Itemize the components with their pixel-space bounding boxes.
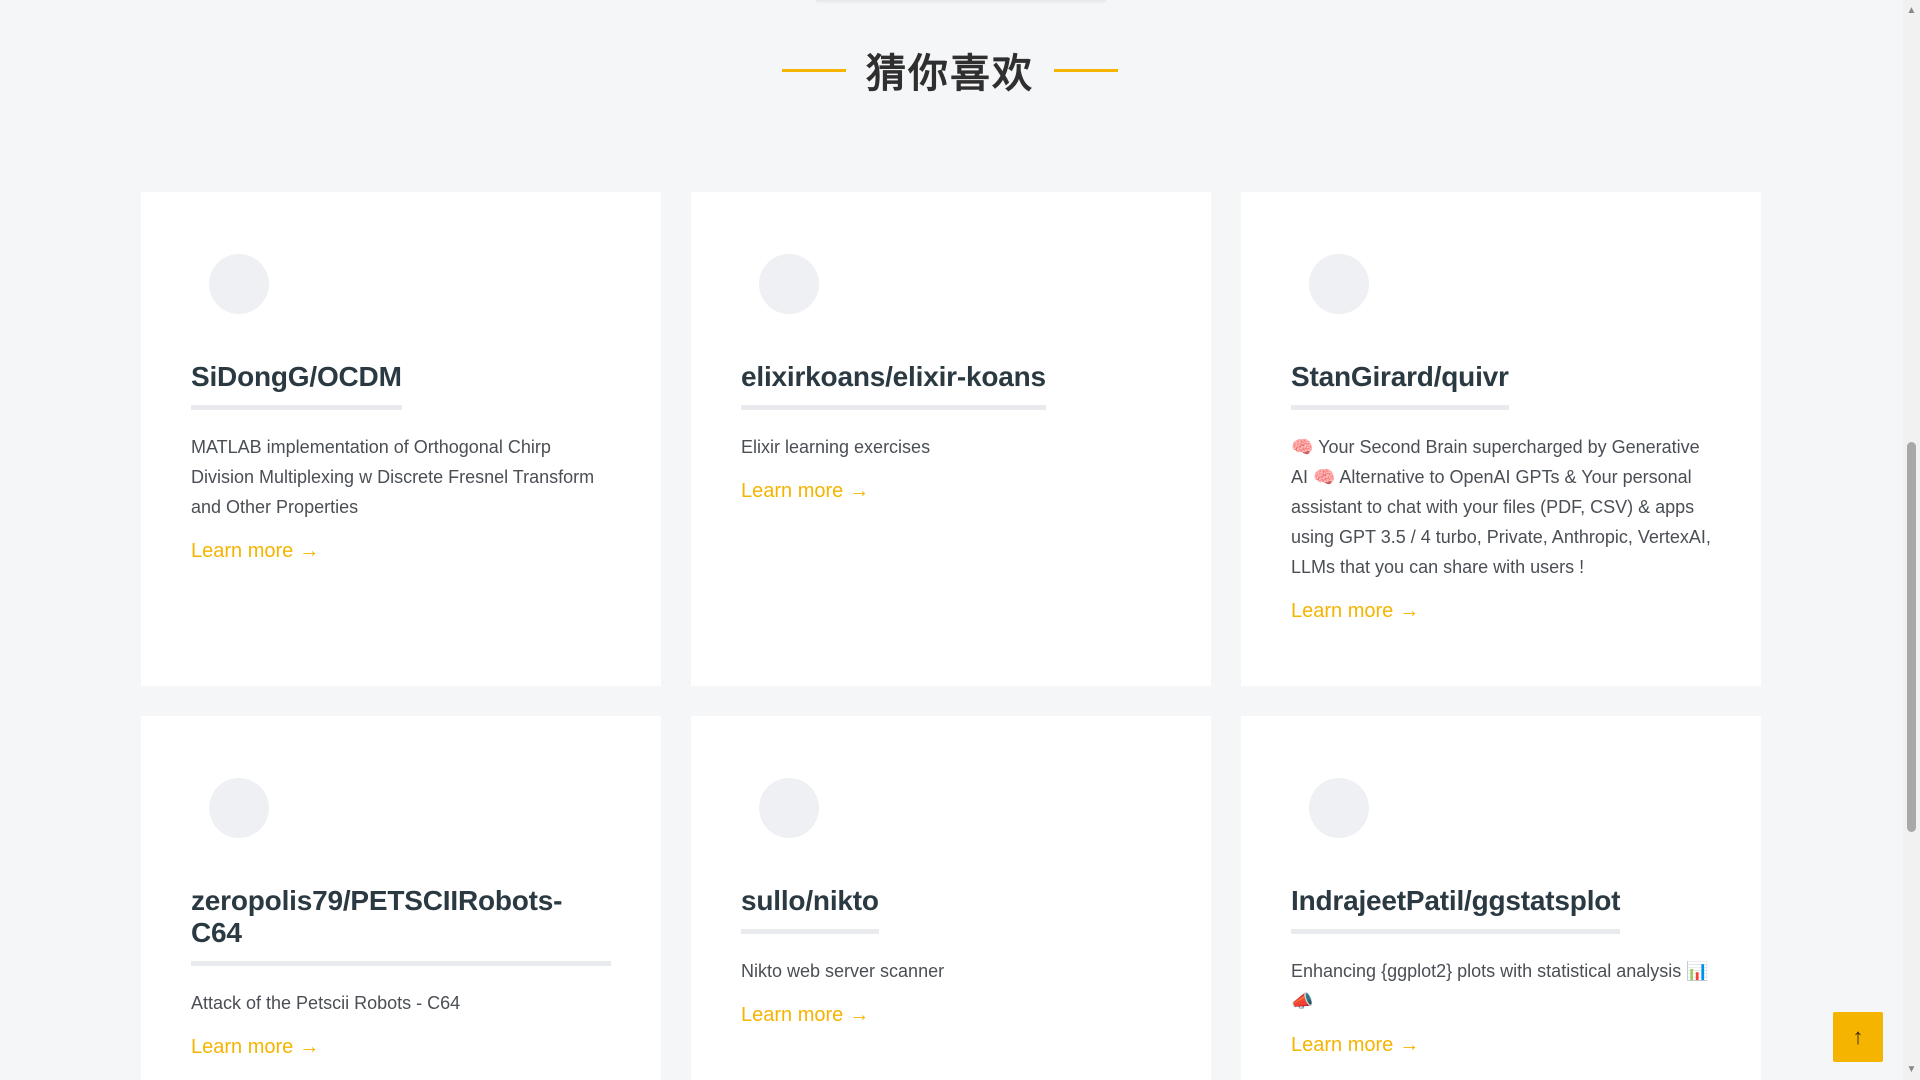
- scrollbar-thumb[interactable]: [1907, 442, 1916, 832]
- avatar: [1309, 254, 1369, 314]
- page: 猜你喜欢 SiDongG/OCDM MATLAB implementation …: [0, 0, 1920, 1080]
- title-right-line: [1054, 68, 1118, 72]
- learn-more-label: Learn more: [741, 480, 844, 502]
- repo-card: elixirkoans/elixir-koans Elixir learning…: [691, 192, 1211, 686]
- repo-description: Elixir learning exercises: [741, 437, 931, 457]
- repo-card: SiDongG/OCDM MATLAB implementation of Or…: [141, 192, 661, 686]
- learn-more-label: Learn more: [1291, 600, 1394, 622]
- arrow-up-icon: ↑: [1852, 1024, 1864, 1049]
- repo-card: StanGirard/quivr 🧠 Your Second Brain sup…: [1241, 192, 1761, 686]
- repo-name[interactable]: elixirkoans/elixir-koans: [741, 361, 1046, 410]
- back-to-top-button[interactable]: ↑: [1833, 1012, 1883, 1062]
- learn-more-link[interactable]: Learn more →: [1291, 600, 1419, 623]
- top-shadow: [816, 0, 1106, 4]
- scroll-up-icon[interactable]: ▲: [1903, 2, 1920, 19]
- repo-name[interactable]: zeropolis79/PETSCIIRobots-C64: [191, 885, 611, 966]
- avatar: [1309, 778, 1369, 838]
- learn-more-label: Learn more: [1291, 1034, 1394, 1056]
- arrow-right-icon: →: [299, 540, 320, 562]
- repo-description: 🧠 Your Second Brain supercharged by Gene…: [1291, 437, 1711, 577]
- repo-description: Enhancing {ggplot2} plots with statistic…: [1291, 961, 1709, 1011]
- scroll-down-icon[interactable]: ▼: [1903, 1061, 1920, 1078]
- learn-more-link[interactable]: Learn more →: [191, 1036, 319, 1059]
- title-left-line: [782, 68, 846, 72]
- arrow-right-icon: →: [849, 1004, 870, 1026]
- repo-name[interactable]: SiDongG/OCDM: [191, 361, 402, 410]
- learn-more-link[interactable]: Learn more →: [1291, 1034, 1419, 1057]
- arrow-right-icon: →: [849, 480, 870, 502]
- avatar: [209, 778, 269, 838]
- arrow-right-icon: →: [299, 1036, 320, 1058]
- avatar: [759, 778, 819, 838]
- learn-more-link[interactable]: Learn more →: [741, 1004, 869, 1027]
- learn-more-link[interactable]: Learn more →: [741, 480, 869, 503]
- learn-more-label: Learn more: [741, 1004, 844, 1026]
- repo-description: MATLAB implementation of Orthogonal Chir…: [191, 437, 595, 517]
- learn-more-label: Learn more: [191, 1036, 294, 1058]
- arrow-right-icon: →: [1399, 600, 1420, 622]
- vertical-scrollbar[interactable]: ▲ ▼: [1903, 0, 1920, 1080]
- repo-description: Nikto web server scanner: [741, 961, 945, 981]
- repo-card: IndrajeetPatil/ggstatsplot Enhancing {gg…: [1241, 716, 1761, 1080]
- section-title: 猜你喜欢: [866, 51, 1034, 97]
- arrow-right-icon: →: [1399, 1034, 1420, 1056]
- repo-card: zeropolis79/PETSCIIRobots-C64 Attack of …: [141, 716, 661, 1080]
- repo-name[interactable]: sullo/nikto: [741, 885, 879, 934]
- repo-card: sullo/nikto Nikto web server scanner Lea…: [691, 716, 1211, 1080]
- learn-more-link[interactable]: Learn more →: [191, 540, 319, 563]
- avatar: [759, 254, 819, 314]
- repo-name[interactable]: StanGirard/quivr: [1291, 361, 1509, 410]
- learn-more-label: Learn more: [191, 540, 294, 562]
- repo-name[interactable]: IndrajeetPatil/ggstatsplot: [1291, 885, 1620, 934]
- avatar: [209, 254, 269, 314]
- section-header: 猜你喜欢: [0, 40, 1900, 100]
- repo-description: Attack of the Petscii Robots - C64: [191, 993, 461, 1013]
